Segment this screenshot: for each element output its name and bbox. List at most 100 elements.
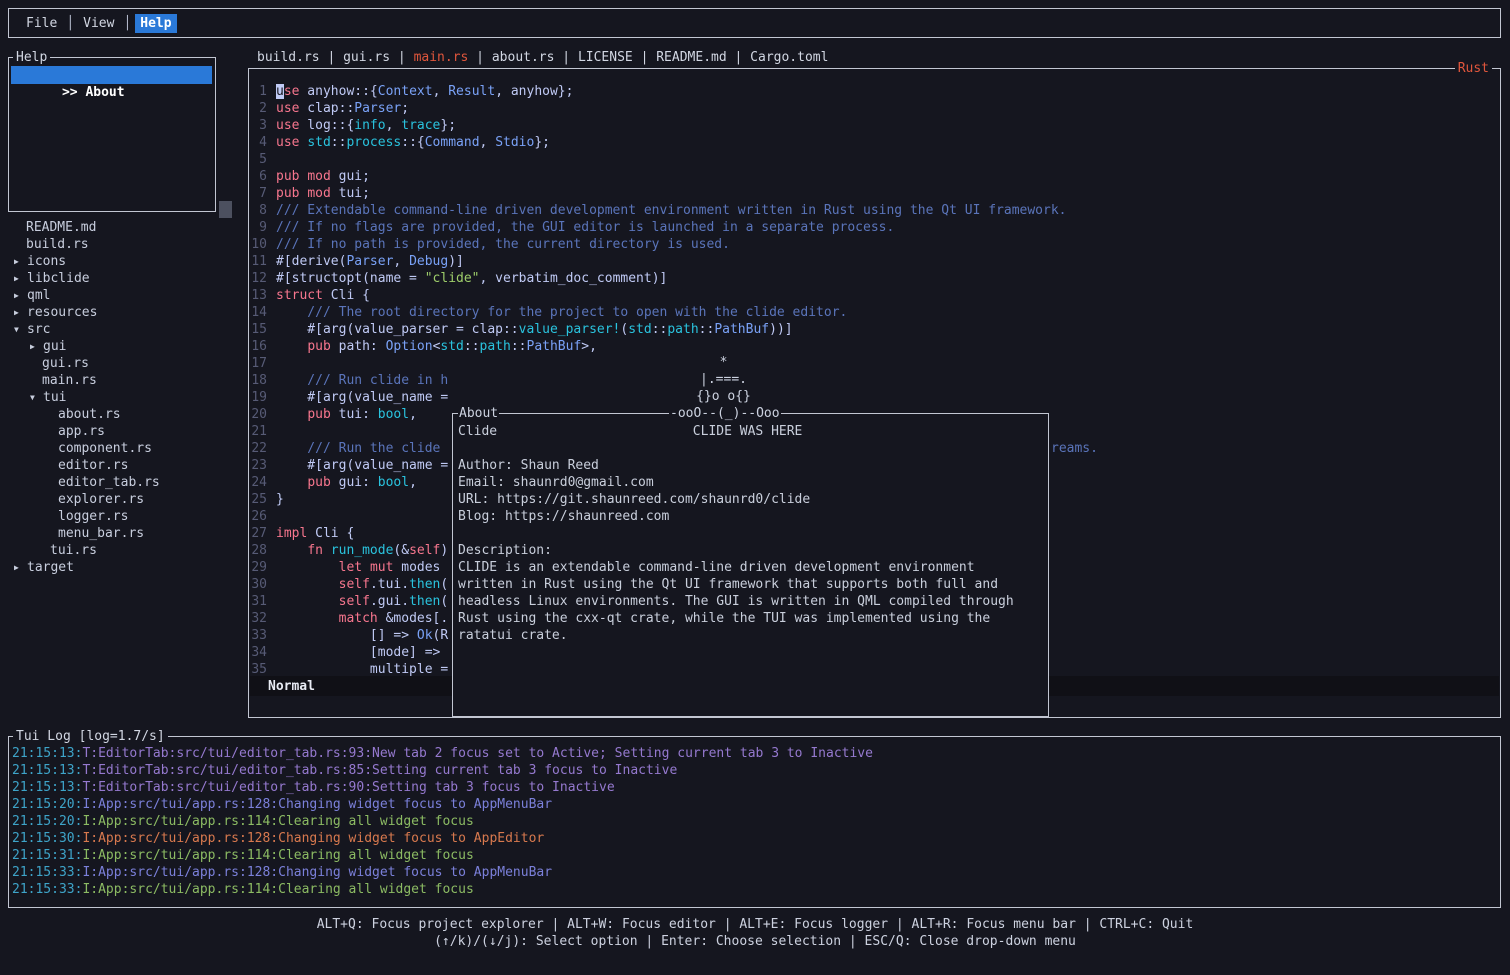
line-number: 28 — [251, 542, 267, 559]
line-number: 18 — [251, 372, 267, 389]
tree-item-editor.rs[interactable]: editor.rs — [8, 457, 244, 474]
code-line: 7pub mod tui; — [251, 185, 1067, 202]
code-text: #[arg(value_parser = clap::value_parser!… — [276, 321, 793, 338]
ascii-art-monkey: * |.===. {}o o{} — [452, 354, 995, 405]
log-entry: 21:15:33:I:App:src/tui/app.rs:114:Cleari… — [12, 881, 1497, 898]
tree-item-gui.rs[interactable]: gui.rs — [8, 355, 244, 372]
code-text: pub gui: bool, — [276, 474, 417, 491]
tree-item-app.rs[interactable]: app.rs — [8, 423, 244, 440]
tree-item-logger.rs[interactable]: logger.rs — [8, 508, 244, 525]
tree-item-label: README.md — [26, 220, 96, 235]
code-line: 1use anyhow::{Context, Result, anyhow}; — [251, 83, 1067, 100]
log-entry: 21:15:30:I:App:src/tui/app.rs:128:Changi… — [12, 830, 1497, 847]
tab-main.rs[interactable]: main.rs — [414, 50, 469, 65]
menu-separator: │ — [123, 15, 131, 32]
code-line: 15 #[arg(value_parser = clap::value_pars… — [251, 321, 1067, 338]
shortcut-line-2: (↑/k)/(↓/j): Select option | Enter: Choo… — [0, 933, 1510, 950]
code-line: 4 use std::process::{Command, Stdio}; — [251, 134, 1067, 151]
line-number: 27 — [251, 525, 267, 542]
chevron-right-icon: ▶ — [14, 253, 27, 270]
line-number: 4 — [251, 134, 267, 151]
about-dialog-line — [458, 525, 1046, 542]
about-dialog-body: Clide CLIDE WAS HEREAuthor: Shaun ReedEm… — [458, 423, 1046, 644]
code-text: self.tui.then( — [276, 576, 448, 593]
code-text: use std::process::{Command, Stdio}; — [276, 134, 550, 151]
tree-item-menu_bar.rs[interactable]: menu_bar.rs — [8, 525, 244, 542]
code-line: 12#[structopt(name = "clide", verbatim_d… — [251, 270, 1067, 287]
tree-item-gui[interactable]: ▶gui — [8, 338, 244, 355]
help-scrollbar-thumb[interactable] — [219, 201, 232, 218]
tree-item-tui[interactable]: ▼tui — [8, 389, 244, 406]
log-timestamp: 21:15:13: — [12, 763, 82, 778]
log-timestamp: 21:15:30: — [12, 831, 82, 846]
about-dialog-line: URL: https://git.shaunreed.com/shaunrd0/… — [458, 491, 1046, 508]
line-number: 1 — [251, 83, 267, 100]
about-dialog-line: written in Rust using the Qt UI framewor… — [458, 576, 1046, 593]
line-number: 10 — [251, 236, 267, 253]
editor-mode-indicator: Normal — [268, 678, 315, 695]
tree-item-editor_tab.rs[interactable]: editor_tab.rs — [8, 474, 244, 491]
tree-item-resources[interactable]: ▶resources — [8, 304, 244, 321]
log-message: I:App:src/tui/app.rs:128:Changing widget… — [82, 797, 552, 812]
tree-item-component.rs[interactable]: component.rs — [8, 440, 244, 457]
tree-item-explorer.rs[interactable]: explorer.rs — [8, 491, 244, 508]
chevron-right-icon: ▶ — [14, 304, 27, 321]
code-text: /// The root directory for the project t… — [276, 304, 847, 321]
chevron-down-icon: ▼ — [14, 321, 27, 338]
log-message: T:EditorTab:src/tui/editor_tab.rs:90:Set… — [82, 780, 614, 795]
about-dialog-line: headless Linux environments. The GUI is … — [458, 593, 1046, 610]
menu-item-view[interactable]: View — [78, 14, 119, 33]
code-text: struct Cli { — [276, 287, 370, 304]
log-panel[interactable]: Tui Log [log=1.7/s] 21:15:13:T:EditorTab… — [8, 736, 1501, 908]
tree-item-target[interactable]: ▶target — [8, 559, 244, 576]
tab-LICENSE[interactable]: LICENSE — [578, 50, 633, 65]
tree-item-build.rs[interactable]: build.rs — [8, 236, 244, 253]
tree-item-tui.rs[interactable]: tui.rs — [8, 542, 244, 559]
tab-build.rs[interactable]: build.rs — [257, 50, 320, 65]
editor-tab-bar: build.rs | gui.rs | main.rs | about.rs |… — [257, 49, 828, 66]
line-number: 2 — [251, 100, 267, 117]
line-number: 29 — [251, 559, 267, 576]
code-text: pub tui: bool, — [276, 406, 417, 423]
tab-Cargo.toml[interactable]: Cargo.toml — [750, 50, 828, 65]
tab-gui.rs[interactable]: gui.rs — [343, 50, 390, 65]
tree-item-icons[interactable]: ▶icons — [8, 253, 244, 270]
line-number: 14 — [251, 304, 267, 321]
help-dropdown-item-about[interactable]: >> About — [11, 66, 212, 84]
code-text: /// If no path is provided, the current … — [276, 236, 730, 253]
code-text: pub path: Option<std::path::PathBuf>, — [276, 338, 597, 355]
menu-item-help[interactable]: Help — [135, 14, 176, 33]
log-timestamp: 21:15:20: — [12, 814, 82, 829]
line-number: 33 — [251, 627, 267, 644]
about-dialog-title: About — [458, 405, 499, 422]
tree-item-qml[interactable]: ▶qml — [8, 287, 244, 304]
code-text: /// Run clide in h — [276, 372, 448, 389]
line-number: 31 — [251, 593, 267, 610]
chevron-right-icon: ▶ — [14, 287, 27, 304]
log-entry: 21:15:13:T:EditorTab:src/tui/editor_tab.… — [12, 779, 1497, 796]
file-explorer[interactable]: README.mdbuild.rs▶icons▶libclide▶qml▶res… — [8, 219, 244, 576]
code-text: } — [276, 491, 284, 508]
menu-item-file[interactable]: File — [21, 14, 62, 33]
code-text: impl Cli { — [276, 525, 354, 542]
tree-item-main.rs[interactable]: main.rs — [8, 372, 244, 389]
tree-item-label: logger.rs — [58, 509, 128, 524]
tab-README.md[interactable]: README.md — [656, 50, 726, 65]
tree-item-label: about.rs — [58, 407, 121, 422]
tab-about.rs[interactable]: about.rs — [492, 50, 555, 65]
tree-item-src[interactable]: ▼src — [8, 321, 244, 338]
tree-item-label: tui — [43, 390, 66, 405]
tree-item-label: editor.rs — [58, 458, 128, 473]
code-text: [] => Ok(R — [276, 627, 448, 644]
tree-item-README.md[interactable]: README.md — [8, 219, 244, 236]
about-dialog-line: Clide CLIDE WAS HERE — [458, 423, 1046, 440]
shortcut-bar: ALT+Q: Focus project explorer | ALT+W: F… — [0, 916, 1510, 950]
tree-item-label: component.rs — [58, 441, 152, 456]
code-line: 14 /// The root directory for the projec… — [251, 304, 1067, 321]
tree-item-libclide[interactable]: ▶libclide — [8, 270, 244, 287]
tree-item-about.rs[interactable]: about.rs — [8, 406, 244, 423]
code-line: 13struct Cli { — [251, 287, 1067, 304]
tree-item-label: src — [27, 322, 50, 337]
tree-item-label: tui.rs — [50, 543, 97, 558]
help-dropdown-item-label: >> About — [62, 85, 125, 100]
